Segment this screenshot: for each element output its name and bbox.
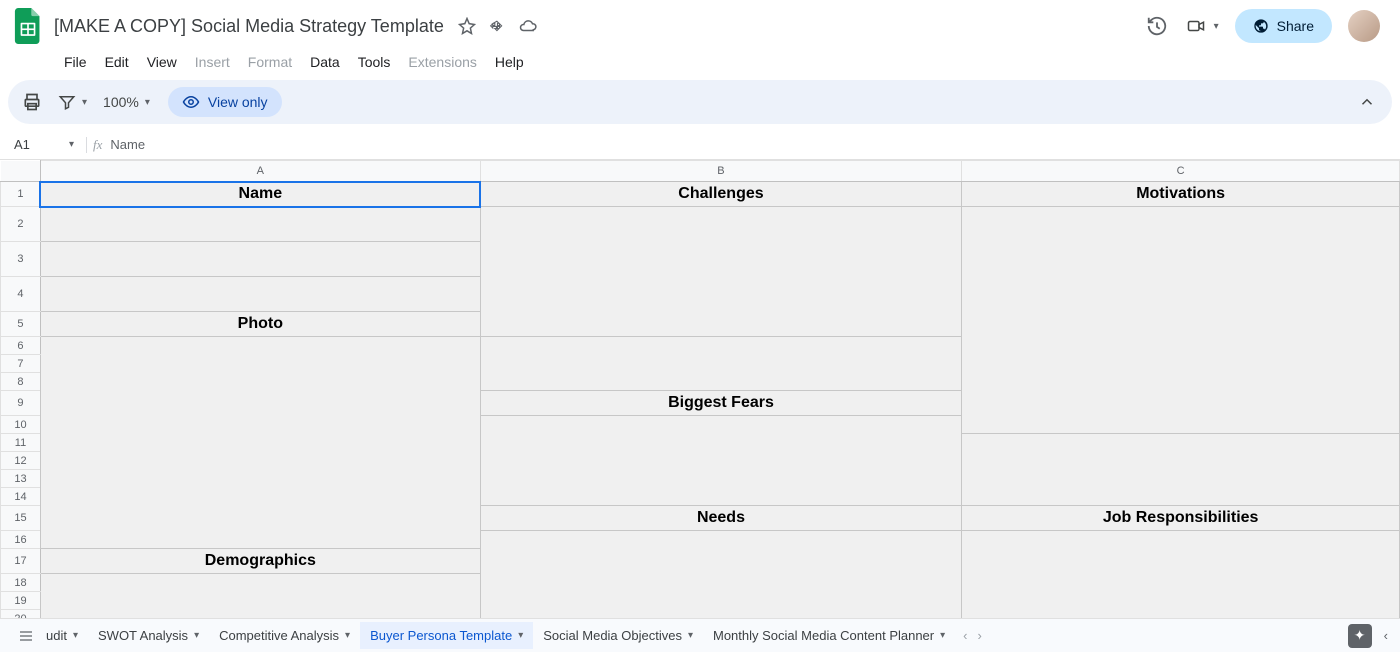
row-header[interactable]: 5 (1, 312, 41, 337)
fx-icon: fx (93, 137, 102, 153)
zoom-value: 100% (103, 94, 139, 110)
cell[interactable] (962, 531, 1400, 628)
row-header[interactable]: 18 (1, 574, 41, 592)
share-button[interactable]: Share (1235, 9, 1332, 43)
menu-data[interactable]: Data (302, 50, 348, 74)
sheet-tab-content-planner[interactable]: Monthly Social Media Content Planner▾ (703, 622, 955, 649)
row-header[interactable]: 3 (1, 242, 41, 277)
tab-scroll-left[interactable]: ‹ (963, 628, 967, 643)
cell-C15[interactable]: Job Responsibilities (962, 506, 1400, 531)
row-header[interactable]: 12 (1, 452, 41, 470)
sheet-tab-buyer-persona[interactable]: Buyer Persona Template▾ (360, 622, 533, 649)
row-header[interactable]: 9 (1, 391, 41, 416)
sheet-tab-partial[interactable]: udit▾ (46, 622, 88, 649)
cell-B15[interactable]: Needs (480, 506, 962, 531)
menu-insert: Insert (187, 50, 238, 74)
select-all-corner[interactable] (1, 161, 41, 182)
sheet-tab-competitive[interactable]: Competitive Analysis▾ (209, 622, 360, 649)
account-avatar[interactable] (1348, 10, 1380, 42)
menu-help[interactable]: Help (487, 50, 532, 74)
toolbar: 100% View only (8, 80, 1392, 124)
cell[interactable] (40, 207, 480, 242)
filter-button[interactable] (50, 87, 95, 117)
cell[interactable] (480, 416, 962, 506)
chevron-down-icon: ▾ (73, 630, 78, 641)
doc-title[interactable]: [MAKE A COPY] Social Media Strategy Temp… (48, 14, 450, 39)
view-only-pill[interactable]: View only (168, 87, 282, 117)
star-icon[interactable] (458, 17, 476, 35)
move-icon[interactable] (488, 17, 506, 35)
meet-icon[interactable] (1184, 17, 1219, 35)
cell-B9[interactable]: Biggest Fears (480, 391, 962, 416)
row-header[interactable]: 17 (1, 549, 41, 574)
cell[interactable] (962, 434, 1400, 506)
row-header[interactable]: 19 (1, 592, 41, 610)
cell-C1[interactable]: Motivations (962, 182, 1400, 207)
row-header[interactable]: 8 (1, 373, 41, 391)
side-panel-toggle[interactable]: ‹ (1378, 624, 1394, 647)
row-header[interactable]: 11 (1, 434, 41, 452)
menu-view[interactable]: View (139, 50, 185, 74)
plus-icon: ✦ (1354, 627, 1366, 644)
history-icon[interactable] (1146, 15, 1168, 37)
menu-extensions: Extensions (400, 50, 484, 74)
row-header[interactable]: 2 (1, 207, 41, 242)
sheets-logo[interactable] (8, 6, 48, 46)
cell-B1[interactable]: Challenges (480, 182, 962, 207)
sheet-tab-objectives[interactable]: Social Media Objectives▾ (533, 622, 703, 649)
cell[interactable] (40, 277, 480, 312)
all-sheets-button[interactable] (6, 622, 46, 650)
row-header[interactable]: 1 (1, 182, 41, 207)
col-header-A[interactable]: A (40, 161, 480, 182)
view-only-label: View only (208, 94, 268, 110)
chevron-down-icon: ▾ (518, 630, 523, 641)
row-header[interactable]: 6 (1, 337, 41, 355)
chevron-down-icon: ▾ (688, 630, 693, 641)
row-header[interactable]: 13 (1, 470, 41, 488)
explore-button[interactable]: ✦ (1348, 624, 1372, 648)
row-header[interactable]: 14 (1, 488, 41, 506)
formula-bar[interactable]: Name (110, 137, 145, 152)
chevron-down-icon: ▾ (69, 139, 74, 150)
cell[interactable] (480, 531, 962, 628)
col-header-C[interactable]: C (962, 161, 1400, 182)
cell[interactable] (40, 242, 480, 277)
tab-scroll-right[interactable]: › (978, 628, 982, 643)
col-header-B[interactable]: B (480, 161, 962, 182)
row-header[interactable]: 10 (1, 416, 41, 434)
cell[interactable] (40, 337, 480, 549)
row-header[interactable]: 16 (1, 531, 41, 549)
cell-A5[interactable]: Photo (40, 312, 480, 337)
row-header[interactable]: 7 (1, 355, 41, 373)
menu-file[interactable]: File (56, 50, 95, 74)
zoom-select[interactable]: 100% (95, 88, 158, 116)
print-button[interactable] (14, 86, 50, 118)
menubar: File Edit View Insert Format Data Tools … (0, 46, 1400, 80)
row-header[interactable]: 4 (1, 277, 41, 312)
cell[interactable] (480, 207, 962, 337)
sheet-tab-bar: udit▾ SWOT Analysis▾ Competitive Analysi… (0, 618, 1400, 652)
row-header[interactable]: 15 (1, 506, 41, 531)
cloud-status-icon[interactable] (518, 17, 538, 35)
chevron-down-icon: ▾ (940, 630, 945, 641)
name-box-value: A1 (14, 137, 30, 152)
menu-format: Format (240, 50, 300, 74)
cell[interactable] (480, 337, 962, 391)
name-box[interactable]: A1 ▾ (8, 137, 80, 152)
sheet-tab-swot[interactable]: SWOT Analysis▾ (88, 622, 209, 649)
cell[interactable] (962, 207, 1400, 434)
menu-edit[interactable]: Edit (97, 50, 137, 74)
share-label: Share (1277, 18, 1314, 34)
spreadsheet-grid[interactable]: A B C 1 Name Challenges Motivations 2 3 … (0, 160, 1400, 628)
menu-tools[interactable]: Tools (350, 50, 399, 74)
cell-A1[interactable]: Name (40, 182, 480, 207)
collapse-toolbar-button[interactable] (1348, 87, 1386, 117)
cell-A17[interactable]: Demographics (40, 549, 480, 574)
chevron-down-icon: ▾ (194, 630, 199, 641)
chevron-down-icon: ▾ (345, 630, 350, 641)
